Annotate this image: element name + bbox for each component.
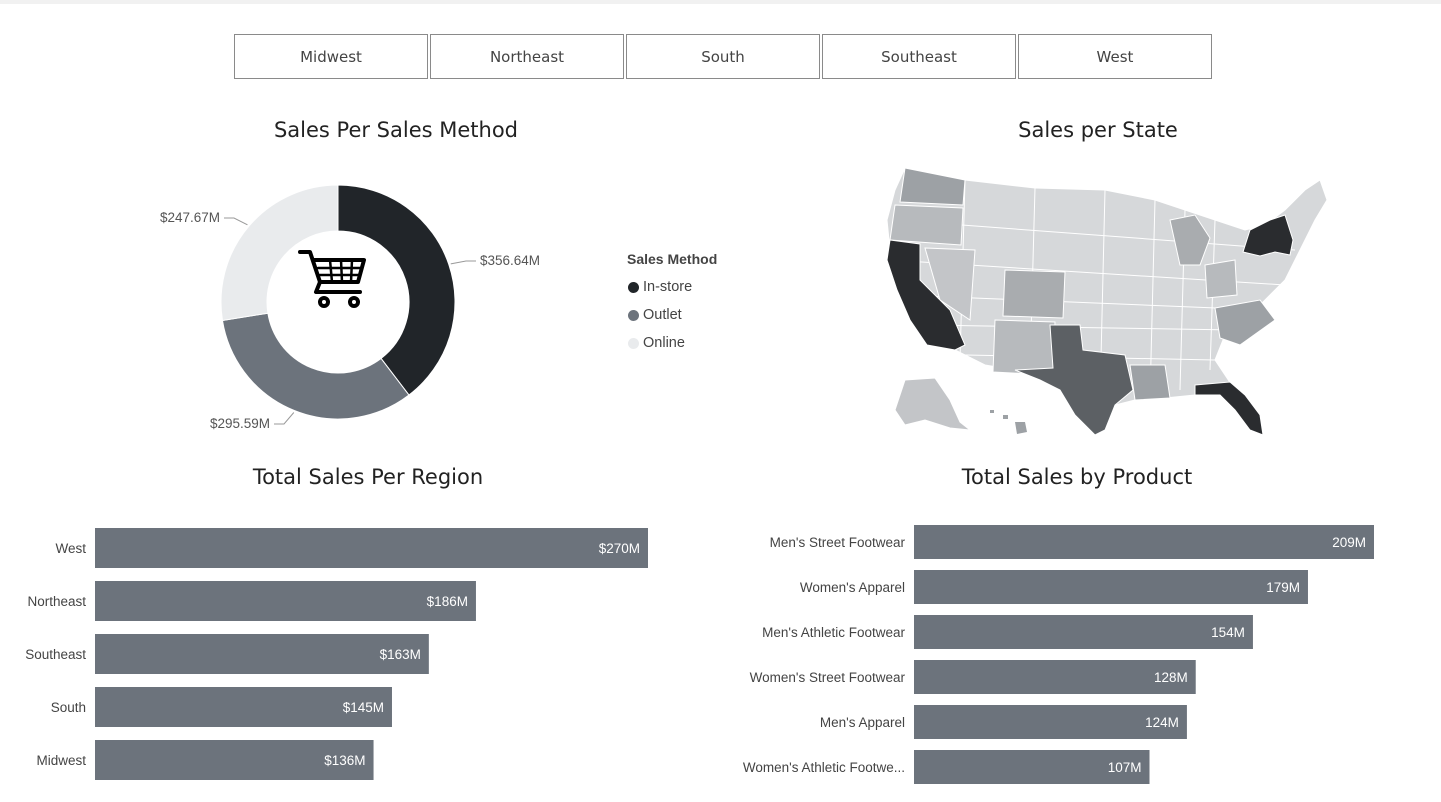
region-bar-chart: West $270M Northeast $186M Southeast $163M Sou… (25, 528, 648, 780)
bar-category-label: West (55, 541, 86, 556)
bar-category-label: Southeast (25, 647, 86, 662)
legend-title: Sales Method (627, 251, 718, 267)
donut-chart: $356.64M $295.59M $247.67M (160, 184, 540, 431)
state-colorado (1002, 269, 1066, 319)
region-slicer: Midwest Northeast South Southeast West (234, 34, 1212, 79)
state-oregon (889, 204, 964, 246)
bar[interactable] (914, 525, 1374, 559)
donut-data-label: $356.64M (480, 253, 540, 268)
bar-value-label: $145M (343, 700, 384, 715)
region-button-label: West (1096, 47, 1134, 66)
state-hawaii (990, 410, 1027, 434)
top-border (0, 0, 1441, 4)
region-button-label: Midwest (300, 47, 362, 66)
donut-leader-line (224, 217, 248, 226)
region-button-west[interactable]: West (1018, 34, 1212, 79)
donut-data-label: $247.67M (160, 210, 220, 225)
legend-dot (628, 337, 639, 349)
donut-leader-line (450, 260, 476, 265)
bar-category-label: Northeast (27, 594, 86, 609)
donut-chart-title: Sales Per Sales Method (273, 118, 519, 142)
product-bar-chart: Men's Street Footwear 209M Women's Apparel… (743, 525, 1374, 784)
donut-legend: Sales Method In-store Outlet Online (627, 251, 717, 357)
region-button-label: Southeast (881, 47, 957, 66)
region-button-label: South (701, 47, 745, 66)
region-button-south[interactable]: South (626, 34, 820, 79)
bar[interactable] (95, 528, 648, 568)
bar-category-label: Women's Apparel (800, 580, 905, 595)
bar-category-label: Midwest (36, 753, 86, 768)
bar-value-label: 209M (1332, 535, 1366, 550)
region-button-northeast[interactable]: Northeast (430, 34, 624, 79)
state-alaska (894, 377, 972, 431)
bar-value-label: 128M (1154, 670, 1188, 685)
legend-label: Outlet (643, 307, 682, 323)
legend-label: Online (643, 335, 685, 351)
shopping-cart-icon (298, 250, 366, 308)
bar-value-label: 154M (1211, 625, 1245, 640)
bar-value-label: 107M (1108, 760, 1142, 775)
bar[interactable] (914, 615, 1253, 649)
bar-category-label: Men's Athletic Footwear (762, 625, 905, 640)
map-chart-title: Sales per State (1018, 118, 1178, 142)
bar-category-label: South (51, 700, 86, 715)
legend-label: In-store (643, 279, 693, 295)
region-chart-title: Total Sales Per Region (252, 465, 484, 489)
bar-value-label: $136M (324, 753, 365, 768)
region-button-southeast[interactable]: Southeast (822, 34, 1016, 79)
legend-item-outlet[interactable]: Outlet (627, 301, 717, 329)
donut-slice-outlet[interactable] (221, 312, 410, 420)
legend-item-in-store[interactable]: In-store (627, 273, 717, 301)
state-washington (899, 167, 966, 206)
bar-value-label: $186M (427, 594, 468, 609)
bar-category-label: Women's Athletic Footwe... (743, 760, 905, 775)
state-new-york (1242, 214, 1294, 257)
donut-leader-line (274, 412, 295, 425)
bar-category-label: Men's Apparel (820, 715, 905, 730)
product-chart-title: Total Sales by Product (961, 465, 1193, 489)
state-louisiana (1129, 364, 1171, 401)
bar[interactable] (95, 581, 476, 621)
bar-value-label: $270M (599, 541, 640, 556)
region-button-label: Northeast (489, 47, 565, 66)
legend-dot (628, 309, 639, 321)
bar-value-label: 179M (1266, 580, 1300, 595)
legend-dot (628, 281, 639, 293)
state-ohio (1204, 259, 1238, 299)
us-state-map[interactable] (865, 160, 1335, 450)
bar-value-label: $163M (380, 647, 421, 662)
bar-category-label: Men's Street Footwear (770, 535, 906, 550)
state-florida (1194, 381, 1264, 436)
bar[interactable] (914, 570, 1308, 604)
donut-data-label: $295.59M (210, 416, 270, 431)
region-button-midwest[interactable]: Midwest (234, 34, 428, 79)
state-carolinas (1214, 299, 1276, 346)
legend-item-online[interactable]: Online (627, 329, 717, 357)
bar-value-label: 124M (1145, 715, 1179, 730)
bar-category-label: Women's Street Footwear (750, 670, 906, 685)
state-new-mexico (992, 319, 1056, 376)
